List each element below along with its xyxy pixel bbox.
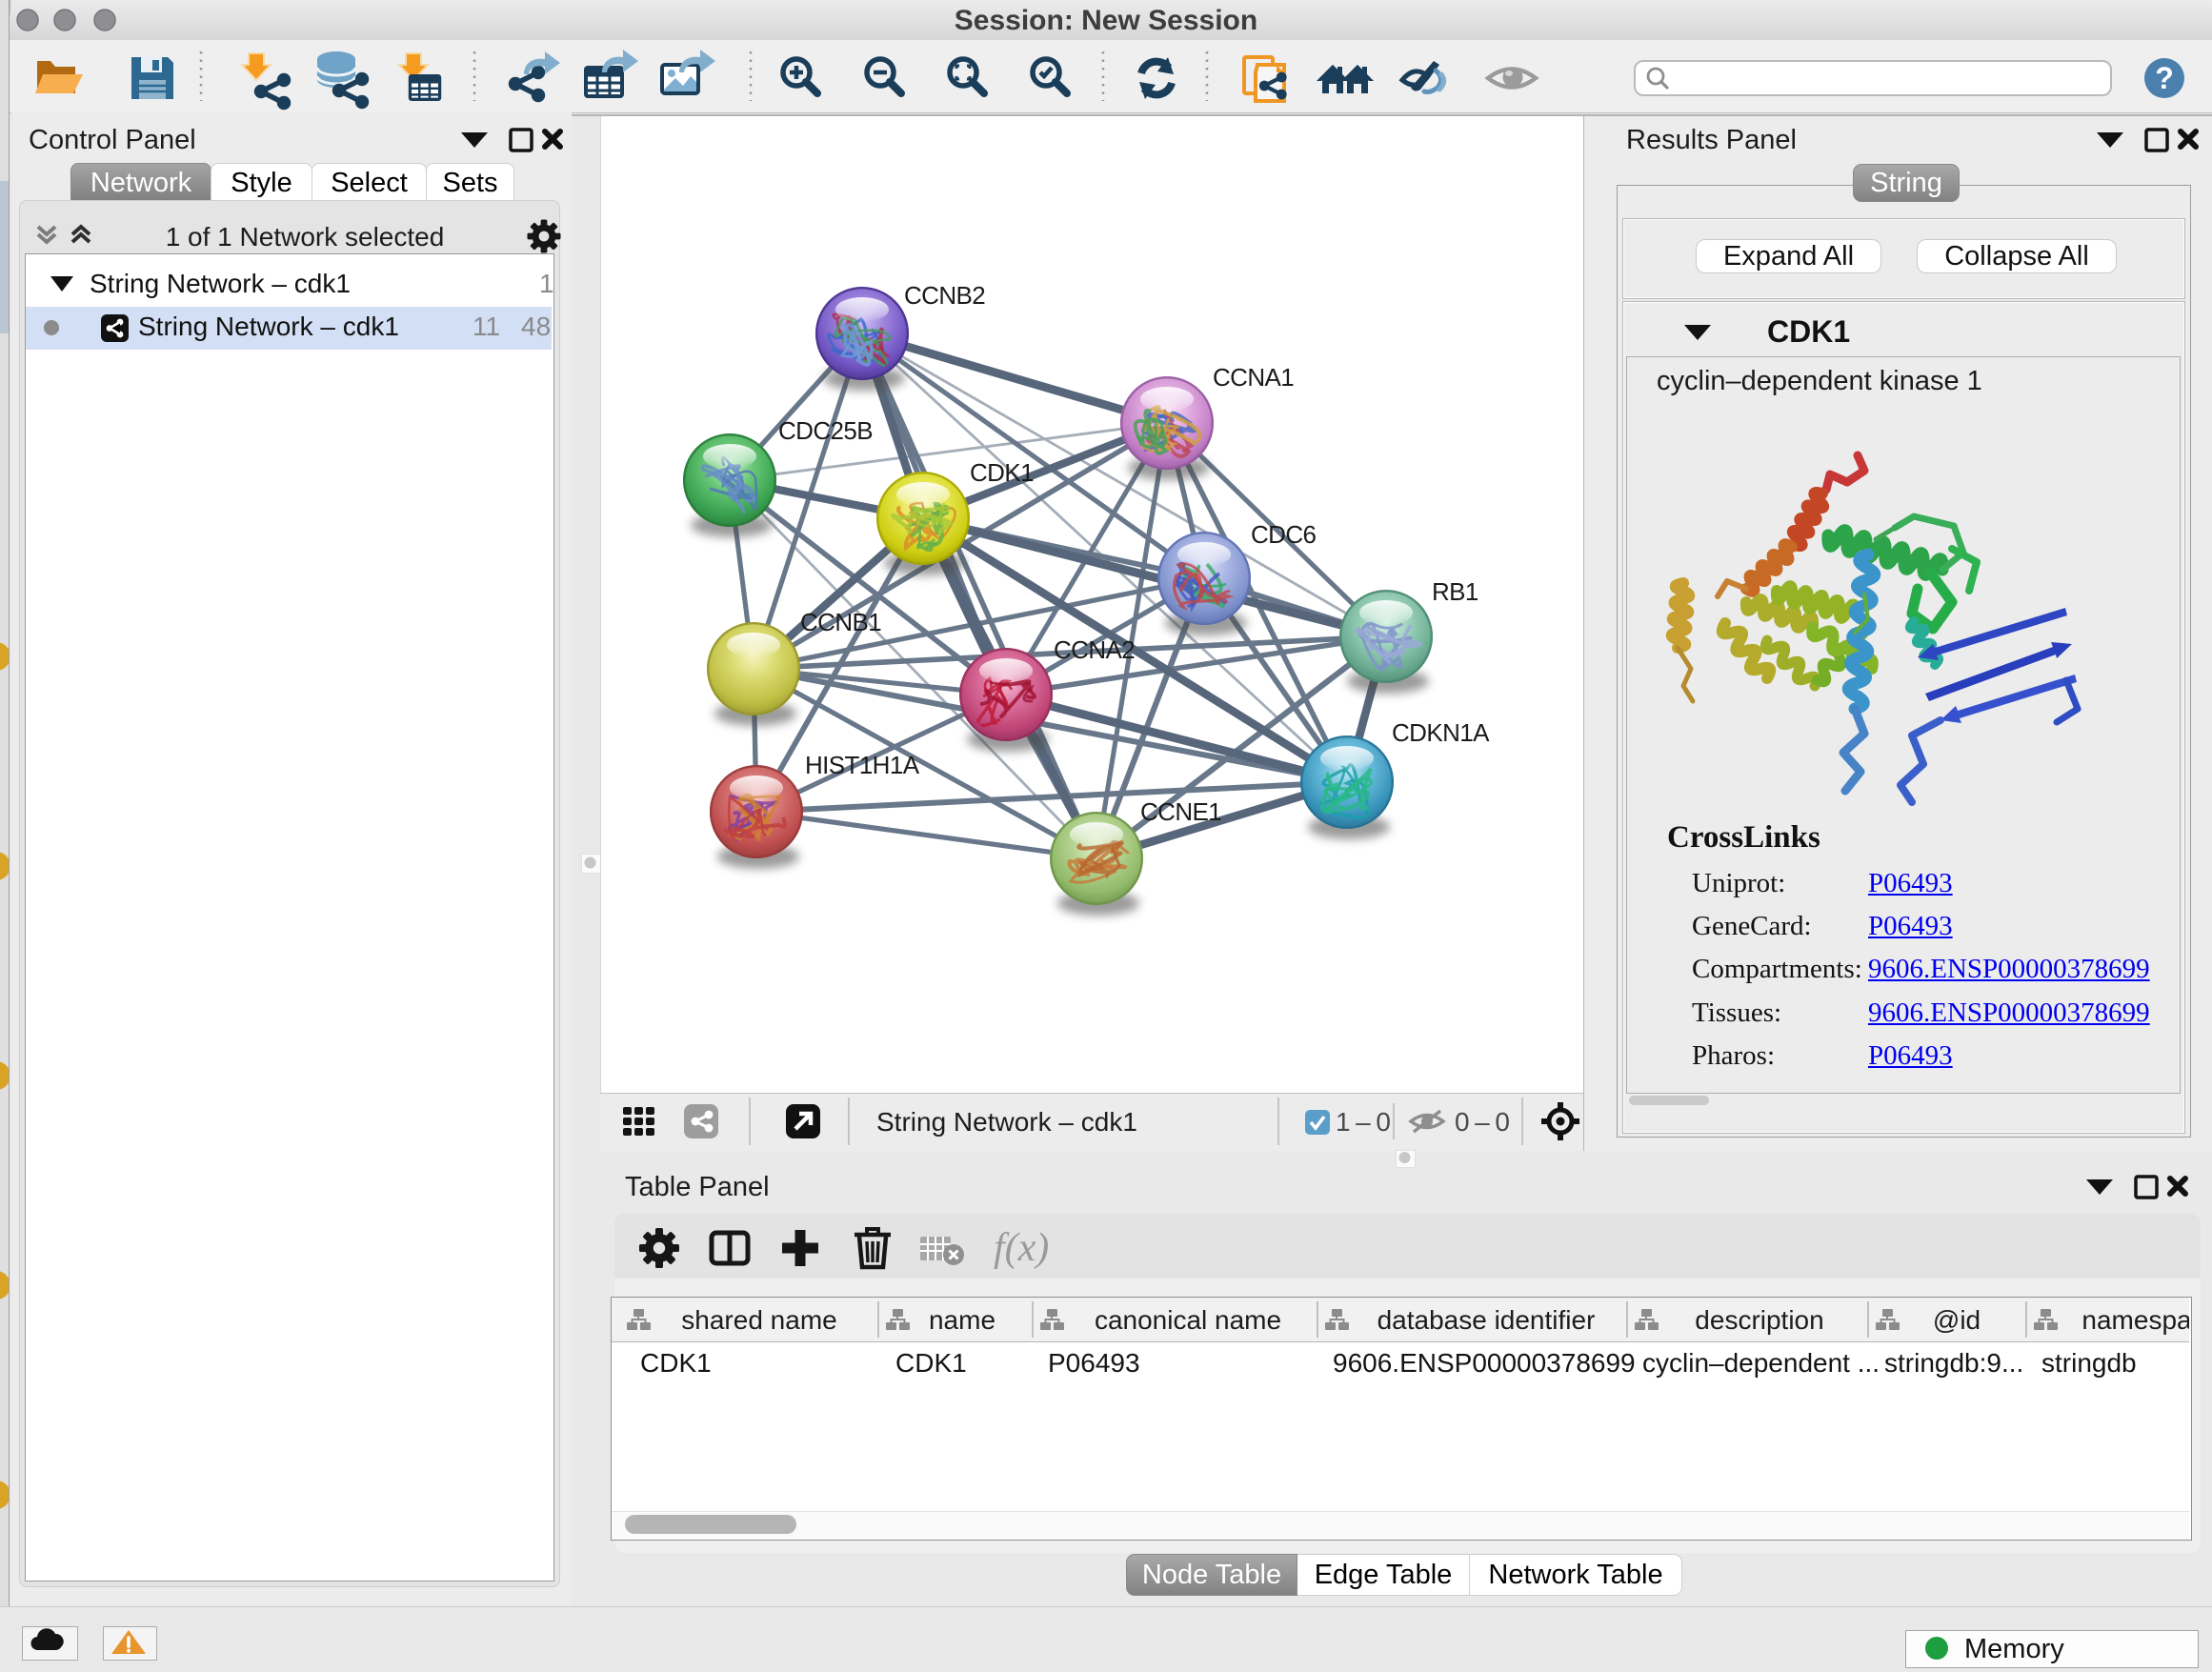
svg-text:CDC6: CDC6	[1251, 520, 1317, 549]
svg-text:?: ?	[2155, 61, 2174, 95]
svg-text:CCNA1: CCNA1	[1213, 363, 1294, 392]
svg-text:stringdb:9...: stringdb:9...	[1884, 1348, 2023, 1378]
svg-text:CCNB1: CCNB1	[800, 608, 881, 636]
svg-text:@id: @id	[1933, 1305, 1981, 1335]
svg-text:CDC25B: CDC25B	[778, 416, 873, 445]
svg-text:CDK1: CDK1	[640, 1348, 712, 1378]
svg-text:CCNB2: CCNB2	[904, 281, 985, 310]
svg-text:String Network – cdk1: String Network – cdk1	[876, 1107, 1137, 1137]
svg-text:0 – 0: 0 – 0	[1455, 1107, 1510, 1137]
svg-text:namespac: namespac	[2081, 1305, 2189, 1335]
svg-text:CCNA2: CCNA2	[1054, 635, 1135, 664]
svg-text:9606.ENSP00000378699: 9606.ENSP00000378699	[1333, 1348, 1636, 1378]
svg-text:description: description	[1695, 1305, 1823, 1335]
svg-text:f(x): f(x)	[994, 1226, 1049, 1270]
svg-text:CDKN1A: CDKN1A	[1392, 718, 1490, 747]
svg-text:canonical name: canonical name	[1095, 1305, 1281, 1335]
svg-text:HIST1H1A: HIST1H1A	[805, 751, 920, 779]
svg-text:P06493: P06493	[1048, 1348, 1140, 1378]
svg-text:CDK1: CDK1	[895, 1348, 967, 1378]
svg-text:RB1: RB1	[1432, 577, 1478, 606]
svg-text:CDK1: CDK1	[970, 458, 1034, 487]
svg-text:CCNE1: CCNE1	[1140, 797, 1221, 826]
svg-text:stringdb: stringdb	[2041, 1348, 2137, 1378]
svg-text:shared name: shared name	[681, 1305, 836, 1335]
svg-text:name: name	[929, 1305, 995, 1335]
svg-text:1 – 0: 1 – 0	[1336, 1107, 1391, 1137]
svg-text:cyclin–dependent ...: cyclin–dependent ...	[1642, 1348, 1880, 1378]
svg-text:database identifier: database identifier	[1377, 1305, 1596, 1335]
